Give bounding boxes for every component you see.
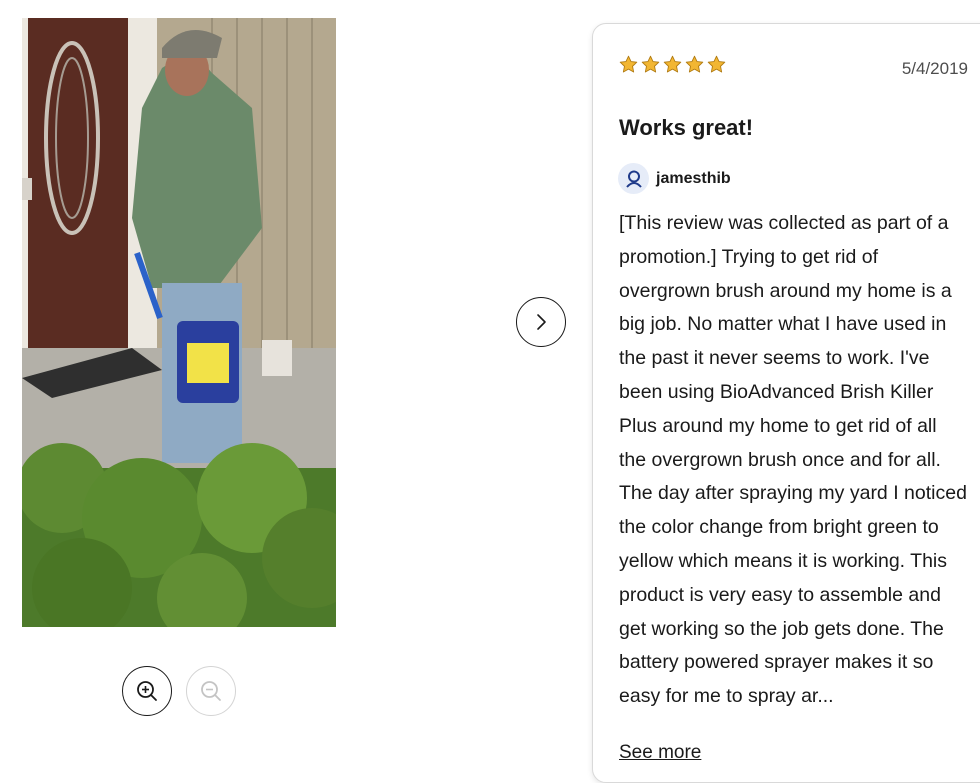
star-icon (619, 55, 638, 73)
zoom-out-icon (201, 681, 221, 701)
zoom-in-button[interactable] (122, 666, 172, 716)
star-icon (685, 55, 704, 73)
star-icon (641, 55, 660, 73)
chevron-right-icon (537, 314, 546, 330)
review-date: 5/4/2019 (901, 59, 968, 78)
review-title: Works great! (619, 115, 754, 140)
author-name: jamesthib (656, 169, 731, 187)
next-review-button[interactable] (516, 297, 566, 347)
star-rating (618, 54, 727, 75)
review-body: [This review was collected as part of a … (619, 212, 967, 708)
star-icon (663, 55, 682, 73)
review-photo[interactable] (22, 18, 336, 627)
star-icon (707, 55, 726, 73)
review-photo-image (22, 18, 336, 627)
zoom-in-icon (137, 681, 157, 701)
see-more-link[interactable]: See more (619, 742, 701, 764)
user-icon (625, 170, 642, 188)
zoom-out-button[interactable] (186, 666, 236, 716)
review-author[interactable]: jamesthib (618, 163, 731, 194)
avatar (618, 163, 649, 194)
